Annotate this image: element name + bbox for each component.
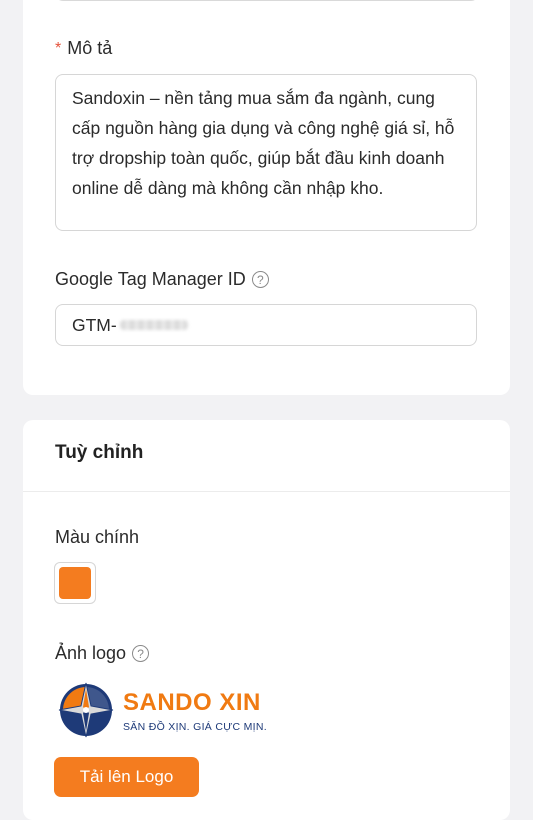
required-mark: * — [55, 39, 62, 57]
primary-color-label: Màu chính — [55, 527, 140, 547]
logo-preview: SANDO XIN SĂN ĐỒ XỊN. GIÁ CỰC MỊN. — [55, 679, 295, 743]
description-label: * Mô tả — [55, 38, 112, 59]
description-label-text: Mô tả — [67, 38, 113, 58]
section-title: Tuỳ chỉnh — [55, 442, 144, 463]
logo-slogan-text: SĂN ĐỒ XỊN. GIÁ CỰC MỊN. — [123, 721, 267, 733]
gtm-label-text: Google Tag Manager ID — [55, 269, 246, 289]
logo-label-text: Ảnh logo — [55, 643, 127, 663]
gtm-id-prefix: GTM- — [72, 314, 117, 335]
logo-brand-text: SANDO XIN — [123, 689, 261, 716]
compass-logo-icon — [58, 682, 114, 738]
gtm-label: Google Tag Manager ID ? — [55, 269, 269, 290]
gtm-id-input[interactable]: GTM- — [55, 304, 477, 346]
question-circle-icon[interactable]: ? — [251, 271, 269, 288]
color-swatch — [59, 567, 91, 599]
customize-card: Tuỳ chỉnh Màu chính Ảnh logo ? SANDO XIN… — [23, 420, 510, 820]
previous-field-input[interactable] — [55, 0, 479, 1]
primary-color-picker[interactable] — [54, 562, 96, 604]
store-info-card: * Mô tả Sandoxin – nền tảng mua sắm đa n… — [23, 0, 510, 395]
description-textarea[interactable]: Sandoxin – nền tảng mua sắm đa ngành, cu… — [55, 74, 477, 231]
divider — [23, 491, 510, 492]
question-circle-icon[interactable]: ? — [132, 645, 150, 662]
masked-value — [119, 320, 188, 330]
upload-logo-button[interactable]: Tải lên Logo — [54, 757, 199, 797]
logo-label: Ảnh logo ? — [55, 643, 150, 664]
